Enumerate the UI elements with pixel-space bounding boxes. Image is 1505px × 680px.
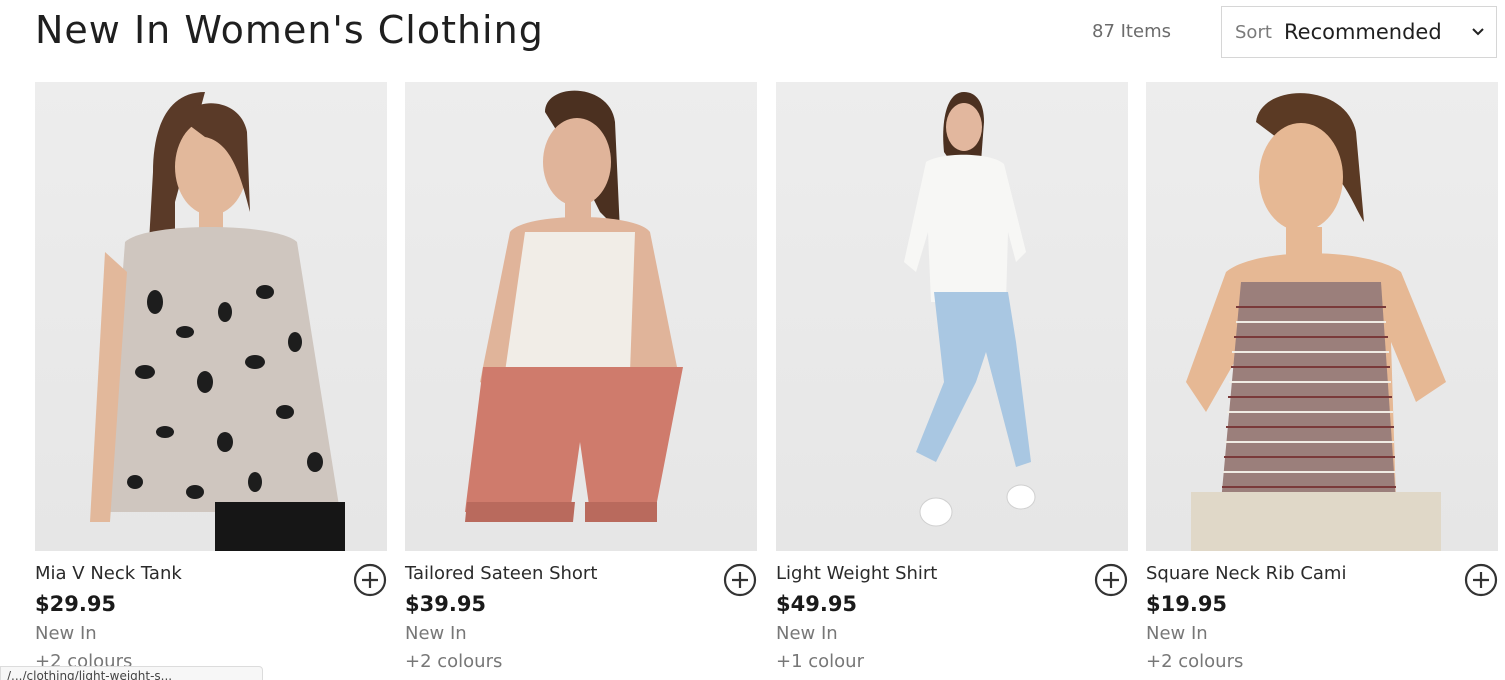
item-count: 87 Items <box>1092 21 1171 42</box>
product-badge: New In <box>405 623 467 644</box>
link-status-url: /.../clothing/light-weight-s... <box>0 666 263 680</box>
model-photo-illustration <box>465 90 683 522</box>
product-image[interactable] <box>405 82 757 551</box>
product-name[interactable]: Tailored Sateen Short <box>405 563 597 584</box>
sort-selected-value: Recommended <box>1284 20 1442 44</box>
quick-add-icon[interactable] <box>1464 563 1498 597</box>
product-listing-page: New In Women's Clothing 87 Items Sort Re… <box>0 0 1505 680</box>
chevron-down-icon <box>1472 28 1484 36</box>
model-photo-illustration <box>904 92 1036 527</box>
product-badge: New In <box>1146 623 1208 644</box>
product-image[interactable] <box>1146 82 1498 551</box>
quick-add-icon[interactable] <box>723 563 757 597</box>
model-photo-illustration <box>90 92 345 551</box>
page-title: New In Women's Clothing <box>35 8 544 52</box>
product-name[interactable]: Square Neck Rib Cami <box>1146 563 1346 584</box>
sort-select[interactable]: Sort Recommended <box>1221 6 1497 58</box>
product-card[interactable]: Tailored Sateen Short $39.95 New In +2 c… <box>405 82 757 672</box>
product-image[interactable] <box>35 82 387 551</box>
quick-add-icon[interactable] <box>353 563 387 597</box>
product-name[interactable]: Light Weight Shirt <box>776 563 937 584</box>
product-name[interactable]: Mia V Neck Tank <box>35 563 182 584</box>
product-card[interactable]: Square Neck Rib Cami $19.95 New In +2 co… <box>1146 82 1498 672</box>
product-price: $39.95 <box>405 592 487 616</box>
product-price: $49.95 <box>776 592 858 616</box>
product-colours: +2 colours <box>405 651 503 672</box>
product-colours: +1 colour <box>776 651 864 672</box>
sort-label: Sort <box>1235 22 1272 43</box>
product-price: $29.95 <box>35 592 117 616</box>
product-badge: New In <box>776 623 838 644</box>
product-price: $19.95 <box>1146 592 1228 616</box>
product-card[interactable]: Mia V Neck Tank $29.95 New In +2 colours <box>35 82 387 672</box>
product-image[interactable] <box>776 82 1128 551</box>
product-badge: New In <box>35 623 97 644</box>
quick-add-icon[interactable] <box>1094 563 1128 597</box>
product-card[interactable]: Light Weight Shirt $49.95 New In +1 colo… <box>776 82 1128 672</box>
product-colours: +2 colours <box>1146 651 1244 672</box>
model-photo-illustration <box>1186 93 1446 551</box>
